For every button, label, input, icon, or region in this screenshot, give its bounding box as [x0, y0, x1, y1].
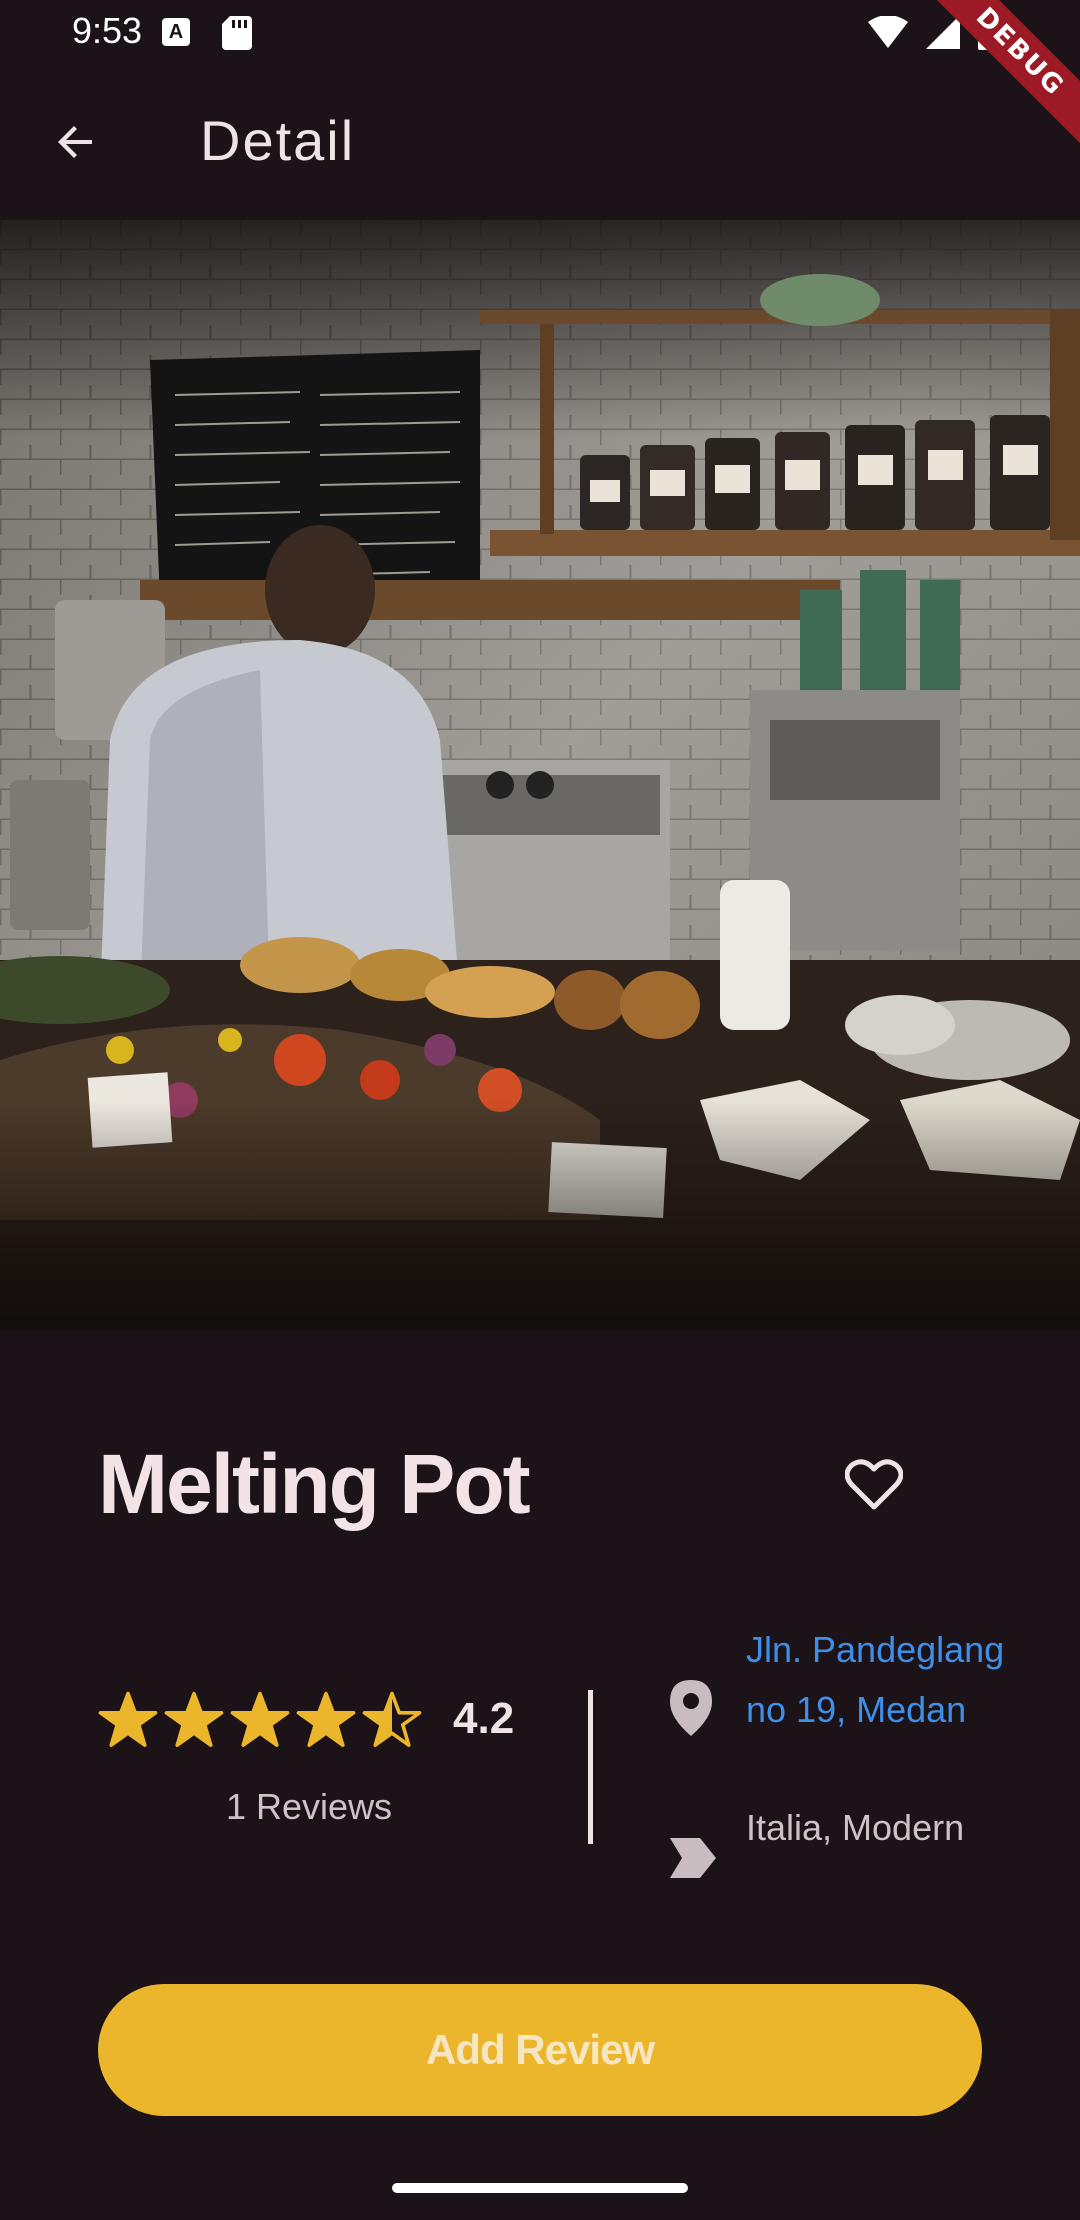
signal-icon: [926, 15, 960, 49]
home-indicator[interactable]: [392, 2183, 688, 2193]
category-tag-icon: [670, 1838, 716, 1878]
page-title: Detail: [200, 109, 356, 172]
detail-screen: 9:53 A DEBUG Detail Melting Pot 4.2 1 Re…: [0, 0, 1080, 2220]
star-full-icon: [230, 1691, 290, 1747]
wifi-icon: [868, 16, 908, 48]
rating-block: 4.2 1 Reviews: [98, 1690, 538, 1827]
categories-text: Italia, Modern: [746, 1807, 965, 1848]
add-review-button[interactable]: Add Review: [98, 1984, 982, 2116]
favorite-button[interactable]: [836, 1450, 912, 1518]
a-icon: A: [162, 18, 190, 46]
location-pin-icon: [670, 1680, 712, 1736]
rating-value: 4.2: [453, 1694, 515, 1743]
arrow-back-icon: [58, 126, 92, 158]
star-full-icon: [98, 1691, 158, 1747]
sd-card-icon: [222, 16, 252, 50]
restaurant-name: Melting Pot: [98, 1437, 531, 1531]
restaurant-photo: [0, 220, 1080, 1330]
star-full-icon: [164, 1691, 224, 1747]
heart-outline-icon: [845, 1459, 903, 1510]
status-bar: 9:53 A: [0, 0, 1080, 64]
cafe-counter-illustration: [0, 220, 1080, 1330]
review-count: 1 Reviews: [226, 1786, 393, 1827]
back-button[interactable]: [40, 106, 112, 178]
star-half-icon: [362, 1691, 422, 1747]
status-time: 9:53: [72, 10, 143, 51]
address-link[interactable]: Jln. Pandeglang no 19, Medan: [746, 1620, 1006, 1740]
star-full-icon: [296, 1691, 356, 1747]
app-bar: Detail: [0, 64, 1080, 220]
vertical-divider: [588, 1690, 593, 1844]
